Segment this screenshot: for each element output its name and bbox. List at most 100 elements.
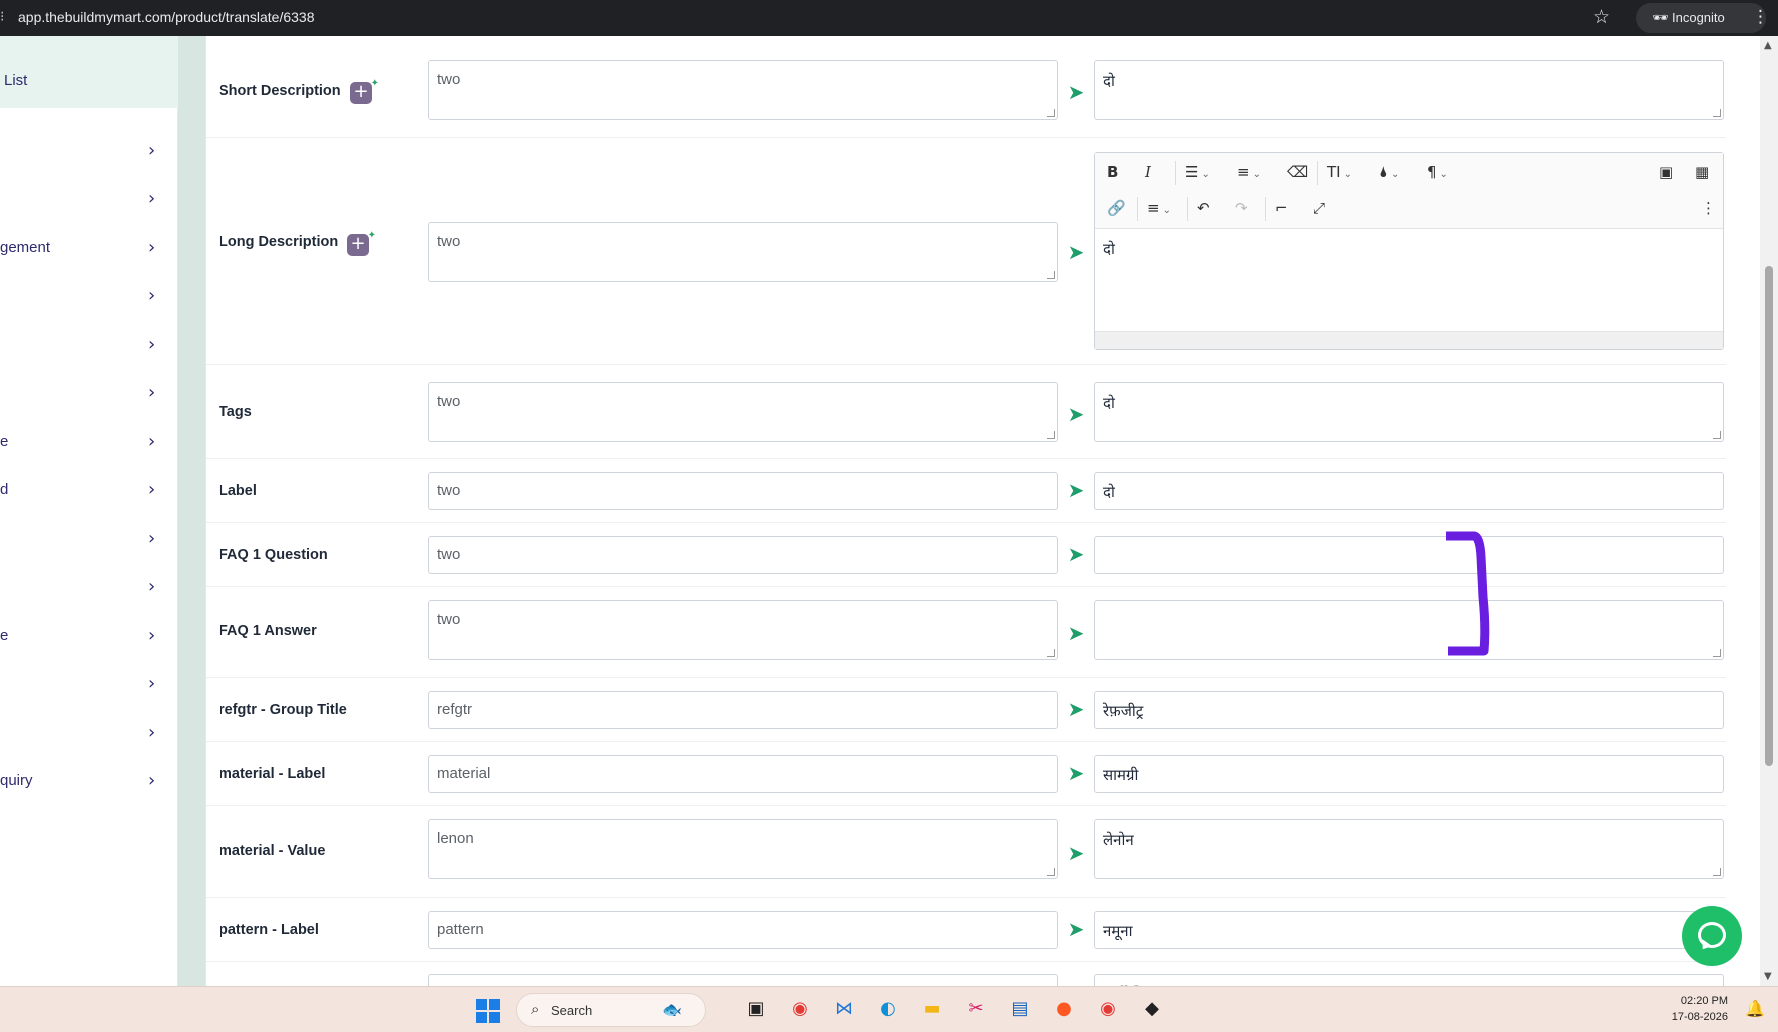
target-input[interactable]: सामग्री [1094, 755, 1724, 793]
sidebar-item-10[interactable]: › [0, 567, 178, 607]
search-highlight-icon: 🐟 [662, 1000, 682, 1019]
source-textarea[interactable]: two [428, 382, 1058, 442]
undo-icon[interactable]: ↶ [1197, 199, 1210, 217]
translate-send-icon[interactable]: ➤ [1063, 697, 1089, 723]
sidebar-item-12[interactable]: › [0, 664, 178, 704]
chrome-incognito-icon[interactable]: ◉ [1094, 995, 1122, 1023]
row-material-label: material - Label material ➤ सामग्री [206, 742, 1726, 806]
incognito-icon: 🕶 [1652, 10, 1669, 25]
scroll-down-arrow-icon[interactable]: ▼ [1764, 971, 1772, 982]
translate-send-icon[interactable]: ➤ [1063, 478, 1089, 504]
incognito-badge[interactable]: 🕶 Incognito [1636, 3, 1766, 33]
chevron-right-icon: › [148, 673, 156, 694]
task-view-icon[interactable]: ▣ [742, 995, 770, 1023]
sidebar-item-6[interactable]: › [0, 373, 178, 413]
site-info-icon[interactable]: ⁝ [0, 9, 4, 25]
source-input[interactable]: two [428, 472, 1058, 510]
target-input[interactable]: पार्टी सिरा [1094, 974, 1724, 986]
numbered-list-button[interactable]: ≡ ⌄ [1237, 163, 1261, 181]
paragraph-button[interactable]: ¶ ⌄ [1427, 163, 1448, 181]
sidebar-item-label: gement [0, 239, 51, 256]
text-color-icon[interactable]: 🌢 ⌄ [1379, 163, 1399, 181]
align-button[interactable]: ≡ ⌄ [1147, 199, 1171, 217]
target-input[interactable]: रेफ़जीट्र [1094, 691, 1724, 729]
source-textarea[interactable]: lenon [428, 819, 1058, 879]
target-input[interactable]: नमूना [1094, 911, 1724, 949]
sidebar-item-14[interactable]: quiry › [0, 761, 178, 801]
target-textarea[interactable] [1094, 600, 1724, 660]
chevron-right-icon: › [148, 334, 156, 355]
taskbar-search[interactable]: ⌕ Search 🐟 [516, 993, 706, 1027]
target-input[interactable]: दो [1094, 472, 1724, 510]
source-input[interactable]: refgtr [428, 691, 1058, 729]
sidebar-item-4[interactable]: › [0, 276, 178, 316]
scroll-up-arrow-icon[interactable]: ▲ [1764, 40, 1772, 51]
eraser-icon[interactable]: ⌫ [1287, 163, 1308, 181]
source-input[interactable]: two [428, 536, 1058, 574]
vscode-icon[interactable]: ⋈ [830, 995, 858, 1023]
insert-image-icon[interactable]: ▣ [1659, 163, 1673, 181]
sidebar-item-3[interactable]: gement › [0, 228, 178, 268]
sidebar-item-1[interactable]: › [0, 131, 178, 171]
page-scrollbar[interactable]: ▲ ▼ [1760, 36, 1778, 986]
target-textarea[interactable]: दो [1094, 382, 1724, 442]
chevron-right-icon: › [148, 382, 156, 403]
snipping-tool-icon[interactable]: ✂ [962, 995, 990, 1023]
scroll-thumb[interactable] [1765, 266, 1773, 766]
translate-send-icon[interactable]: ➤ [1063, 542, 1089, 568]
translate-send-icon[interactable]: ➤ [1063, 621, 1089, 647]
sidebar-item-2[interactable]: › [0, 179, 178, 219]
editor-content[interactable]: दो [1103, 239, 1115, 259]
italic-button[interactable]: I [1145, 163, 1151, 181]
source-textarea[interactable]: two [428, 222, 1058, 282]
sidebar-item-9[interactable]: › [0, 519, 178, 559]
source-textarea[interactable]: two [428, 600, 1058, 660]
browser-menu-icon[interactable]: ⋮ [1752, 7, 1769, 27]
more-options-icon[interactable]: ⋮ [1701, 199, 1716, 217]
format-painter-icon[interactable]: ⌐ [1275, 199, 1288, 217]
link-icon[interactable]: 🔗 [1107, 199, 1126, 217]
ai-generate-icon[interactable]: + ✦ [347, 230, 376, 256]
sidebar-item-11[interactable]: e › [0, 616, 178, 656]
start-button[interactable] [476, 999, 500, 1023]
rich-text-editor[interactable]: B I ☰ ⌄ ≡ ⌄ ⌫ TI ⌄ 🌢 ⌄ ¶ ⌄ ▣ ▦ 🔗 ≡ ⌄ ↶ ↷ ⌐ [1094, 152, 1724, 350]
source-input[interactable]: patterns [428, 974, 1058, 986]
source-input[interactable]: pattern [428, 911, 1058, 949]
notepad-icon[interactable]: ▤ [1006, 995, 1034, 1023]
system-clock[interactable]: 02:20 PM 17-08-2026 [1660, 993, 1728, 1025]
file-explorer-icon[interactable]: ▬ [918, 995, 946, 1023]
app-cube-icon[interactable]: ◆ [1138, 995, 1166, 1023]
sidebar-item-5[interactable]: › [0, 325, 178, 365]
chrome-icon[interactable]: ◉ [786, 995, 814, 1023]
chat-widget-button[interactable] [1682, 906, 1742, 966]
sidebar-item-13[interactable]: › [0, 713, 178, 753]
postman-icon[interactable]: ● [1050, 995, 1078, 1023]
insert-table-icon[interactable]: ▦ [1695, 163, 1709, 181]
field-label: Tags [219, 404, 252, 420]
source-textarea[interactable]: two [428, 60, 1058, 120]
edge-icon[interactable]: ◐ [874, 995, 902, 1023]
target-input[interactable] [1094, 536, 1724, 574]
sidebar-item-7[interactable]: e › [0, 422, 178, 462]
redo-icon[interactable]: ↷ [1235, 199, 1248, 217]
sidebar-item-8[interactable]: d › [0, 470, 178, 510]
target-textarea[interactable]: लेनोन [1094, 819, 1724, 879]
bullet-list-button[interactable]: ☰ ⌄ [1185, 163, 1210, 181]
translate-send-icon[interactable]: ➤ [1063, 841, 1089, 867]
translate-send-icon[interactable]: ➤ [1063, 917, 1089, 943]
translate-send-icon[interactable]: ➤ [1063, 80, 1089, 106]
address-bar-url[interactable]: app.thebuildmymart.com/product/translate… [18, 9, 315, 25]
translate-send-icon[interactable]: ➤ [1063, 761, 1089, 787]
translate-send-icon[interactable]: ➤ [1063, 402, 1089, 428]
source-input[interactable]: material [428, 755, 1058, 793]
notification-bell-icon[interactable]: 🔔 [1745, 999, 1765, 1018]
sidebar-item-list[interactable]: List [0, 36, 178, 108]
translate-send-icon[interactable]: ➤ [1063, 240, 1089, 266]
fullscreen-icon[interactable]: ⤢ [1313, 199, 1325, 217]
font-size-button[interactable]: TI ⌄ [1327, 163, 1352, 181]
field-label: FAQ 1 Answer [219, 623, 317, 639]
bookmark-star-icon[interactable]: ☆ [1593, 6, 1610, 28]
ai-generate-icon[interactable]: + ✦ [350, 78, 379, 104]
target-textarea[interactable]: दो [1094, 60, 1724, 120]
bold-button[interactable]: B [1107, 163, 1118, 181]
